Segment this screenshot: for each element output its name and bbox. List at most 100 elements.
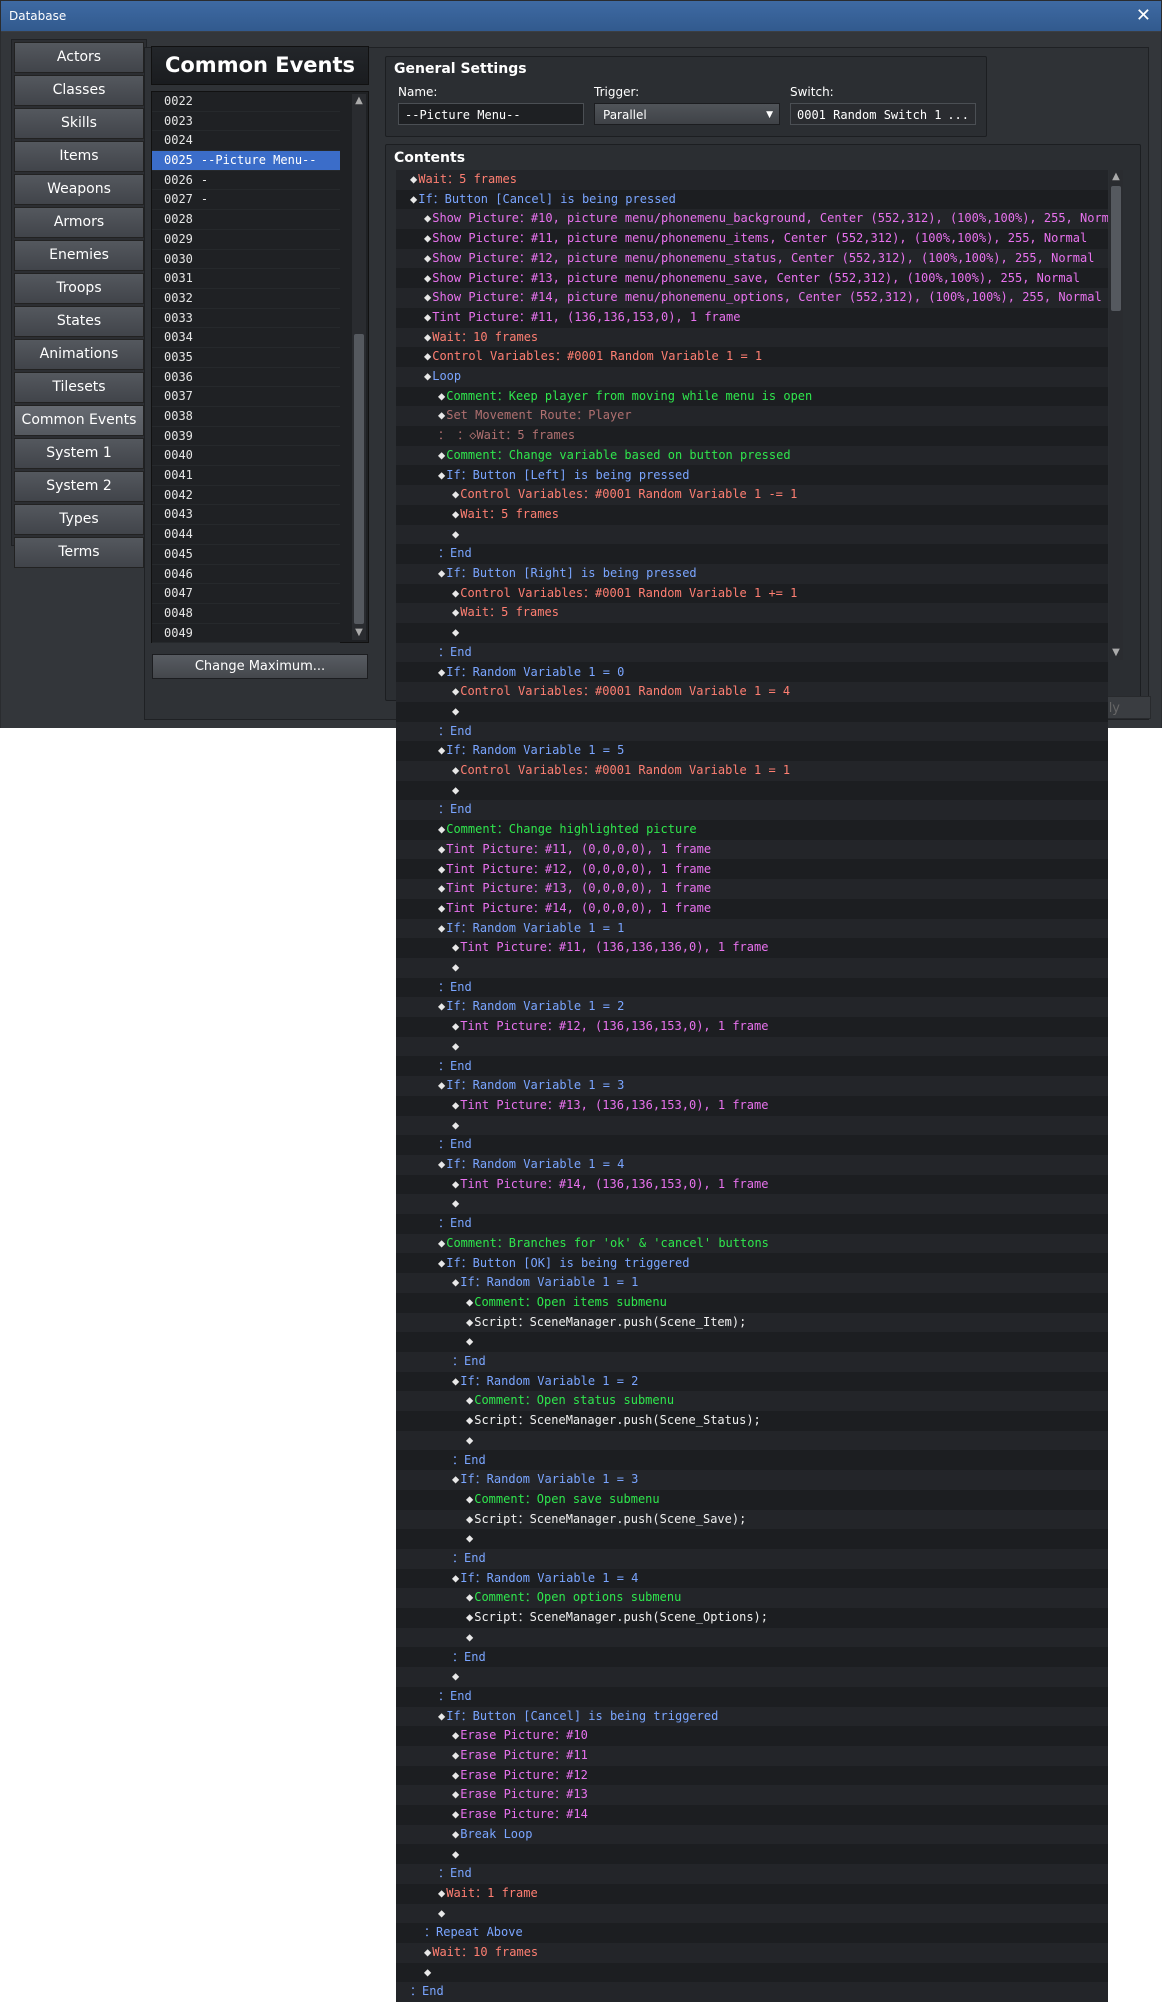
category-actors[interactable]: Actors — [14, 42, 144, 73]
event-command-line[interactable]: ： ：◇Wait：5 frames — [396, 426, 1108, 446]
category-terms[interactable]: Terms — [14, 537, 144, 568]
event-command-line[interactable]: ◆Control Variables：#0001 Random Variable… — [396, 682, 1108, 702]
event-command-line[interactable]: ◆Show Picture：#14, picture menu/phonemen… — [396, 288, 1108, 308]
event-command-line[interactable]: ◆Erase Picture：#13 — [396, 1785, 1108, 1806]
list-item[interactable]: 0040 — [152, 446, 340, 467]
scrollbar-thumb[interactable] — [354, 334, 364, 624]
category-classes[interactable]: Classes — [14, 75, 144, 106]
category-items[interactable]: Items — [14, 141, 144, 172]
list-item[interactable]: 0022 — [152, 92, 340, 112]
event-command-line[interactable]: ◆Set Movement Route：Player — [396, 406, 1108, 427]
list-item[interactable]: 0042 — [152, 486, 340, 506]
event-command-line[interactable]: ：End — [396, 1982, 1108, 2002]
event-command-line[interactable]: ◆Tint Picture：#14, (136,136,153,0), 1 fr… — [396, 1174, 1108, 1195]
category-types[interactable]: Types — [14, 504, 144, 535]
event-command-line[interactable]: ◆Comment：Branches for 'ok' & 'cancel' bu… — [396, 1233, 1108, 1254]
list-item[interactable]: 0036 — [152, 368, 340, 388]
event-command-line[interactable]: ◆Tint Picture：#11, (136,136,153,0), 1 fr… — [396, 307, 1108, 328]
list-item[interactable]: 0028 — [152, 210, 340, 230]
event-command-line[interactable]: ◆Comment：Open save submenu — [396, 1489, 1108, 1510]
category-weapons[interactable]: Weapons — [14, 174, 144, 205]
event-list-scrollbar[interactable]: ▲ ▼ — [1109, 170, 1123, 660]
event-command-line[interactable]: ◆Tint Picture：#11, (0,0,0,0), 1 frame — [396, 839, 1108, 860]
scroll-up-icon[interactable]: ▲ — [352, 94, 366, 108]
event-command-line[interactable]: ◆Show Picture：#11, picture menu/phonemen… — [396, 229, 1108, 249]
event-command-line[interactable]: ◆ — [396, 1844, 1108, 1865]
event-command-line[interactable]: ◆Control Variables：#0001 Random Variable… — [396, 761, 1108, 781]
event-command-line[interactable]: ：End — [396, 1352, 1108, 1372]
event-command-line[interactable]: ◆Script：SceneManager.push(Scene_Save); — [396, 1509, 1108, 1530]
category-armors[interactable]: Armors — [14, 207, 144, 238]
event-command-line[interactable]: ：End — [396, 1549, 1108, 1569]
list-item[interactable]: 0037 — [152, 387, 340, 407]
event-command-line[interactable]: ：End — [396, 642, 1108, 663]
list-item[interactable]: 0046 — [152, 565, 340, 585]
event-command-line[interactable]: ◆Show Picture：#12, picture menu/phonemen… — [396, 248, 1108, 269]
event-command-line[interactable]: ◆Tint Picture：#14, (0,0,0,0), 1 frame — [396, 898, 1108, 919]
scroll-down-icon[interactable]: ▼ — [1109, 646, 1123, 660]
list-item[interactable]: 0033 — [152, 309, 340, 329]
event-command-line[interactable]: ：End — [396, 1214, 1108, 1234]
event-command-line[interactable]: ◆Comment：Open items submenu — [396, 1292, 1108, 1313]
list-item[interactable]: 0032 — [152, 289, 340, 309]
event-command-line[interactable]: ◆Tint Picture：#13, (0,0,0,0), 1 frame — [396, 879, 1108, 899]
event-command-line[interactable]: ◆If：Random Variable 1 = 4 — [396, 1155, 1108, 1175]
list-item[interactable]: 0049 — [152, 624, 340, 644]
event-command-line[interactable]: ◆Wait：5 frames — [396, 603, 1108, 624]
list-item[interactable]: 0038 — [152, 407, 340, 427]
event-command-line[interactable]: ◆Erase Picture：#11 — [396, 1746, 1108, 1766]
list-scrollbar[interactable]: ▲ ▼ — [352, 94, 366, 640]
event-command-line[interactable]: ◆If：Button [Left] is being pressed — [396, 465, 1108, 486]
event-command-line[interactable]: ◆ — [396, 1529, 1108, 1549]
list-item[interactable]: 0034 — [152, 328, 340, 348]
event-command-line[interactable]: ◆ — [396, 623, 1108, 643]
event-command-line[interactable]: ：End — [396, 1056, 1108, 1077]
common-events-list[interactable]: 0022 0023 0024 0025 --Picture Menu-- 0026-002… — [151, 91, 369, 644]
category-animations[interactable]: Animations — [14, 339, 144, 370]
list-item[interactable]: 0024 — [152, 131, 340, 152]
event-command-line[interactable]: ◆Control Variables：#0001 Random Variable… — [396, 485, 1108, 505]
event-command-line[interactable]: ◆Script：SceneManager.push(Scene_Item); — [396, 1312, 1108, 1333]
list-item[interactable]: 0045 — [152, 545, 340, 565]
switch-field[interactable]: 0001 Random Switch 1 ... — [790, 103, 976, 125]
event-command-line[interactable]: ◆If：Random Variable 1 = 4 — [396, 1568, 1108, 1589]
event-command-line[interactable]: ◆ — [396, 958, 1108, 978]
event-command-line[interactable]: ◆Show Picture：#13, picture menu/phonemen… — [396, 268, 1108, 289]
event-command-line[interactable]: ◆If：Random Variable 1 = 2 — [396, 1371, 1108, 1392]
event-command-line[interactable]: ◆Script：SceneManager.push(Scene_Status); — [396, 1411, 1108, 1431]
close-icon[interactable]: ✕ — [1136, 1, 1151, 31]
category-system-1[interactable]: System 1 — [14, 438, 144, 469]
list-item[interactable]: 0027- — [152, 190, 340, 211]
event-command-line[interactable]: ：End — [396, 1647, 1108, 1668]
event-command-line[interactable]: ◆Wait：5 frames — [396, 170, 1108, 190]
event-command-line[interactable]: ◆ — [396, 1962, 1108, 1983]
trigger-select[interactable]: Parallel ▼ — [594, 103, 780, 125]
event-commands-list[interactable]: ◆Wait：5 frames ◆If：Button [Cancel] is bei… — [396, 170, 1108, 2002]
event-command-line[interactable]: ◆Comment：Change variable based on button… — [396, 445, 1108, 466]
event-command-line[interactable]: ◆Show Picture：#10, picture menu/phonemen… — [396, 209, 1108, 230]
event-command-line[interactable]: ◆Tint Picture：#13, (136,136,153,0), 1 fr… — [396, 1095, 1108, 1116]
event-command-line[interactable]: ◆If：Button [Right] is being pressed — [396, 564, 1108, 584]
event-command-line[interactable]: ◆ — [396, 1036, 1108, 1057]
list-item[interactable]: 0039 — [152, 427, 340, 447]
event-command-line[interactable]: ◆Comment：Open options submenu — [396, 1588, 1108, 1609]
list-item[interactable]: 0047 — [152, 584, 340, 604]
event-command-line[interactable]: ◆ — [396, 1430, 1108, 1451]
list-item[interactable]: 0029 — [152, 230, 340, 250]
list-item[interactable]: 0035 — [152, 348, 340, 368]
event-command-line[interactable]: ◆Comment：Open status submenu — [396, 1391, 1108, 1412]
scroll-down-icon[interactable]: ▼ — [352, 626, 366, 640]
event-command-line[interactable]: ◆If：Random Variable 1 = 0 — [396, 662, 1108, 683]
event-command-line[interactable]: ：End — [396, 1686, 1108, 1707]
event-command-line[interactable]: ：End — [396, 1135, 1108, 1155]
list-item[interactable]: 0023 — [152, 112, 340, 132]
event-command-line[interactable]: ：End — [396, 1450, 1108, 1471]
event-command-line[interactable]: ◆Tint Picture：#12, (0,0,0,0), 1 frame — [396, 859, 1108, 880]
event-command-line[interactable]: ◆Loop — [396, 367, 1108, 387]
event-command-line[interactable]: ◆Tint Picture：#12, (136,136,153,0), 1 fr… — [396, 1017, 1108, 1037]
event-command-line[interactable]: ◆ — [396, 1903, 1108, 1924]
event-command-line[interactable]: ◆ — [396, 1194, 1108, 1215]
list-item[interactable]: 0026- — [152, 171, 340, 191]
event-command-line[interactable]: ◆ — [396, 524, 1108, 545]
event-command-line[interactable]: ◆Script：SceneManager.push(Scene_Options)… — [396, 1608, 1108, 1628]
